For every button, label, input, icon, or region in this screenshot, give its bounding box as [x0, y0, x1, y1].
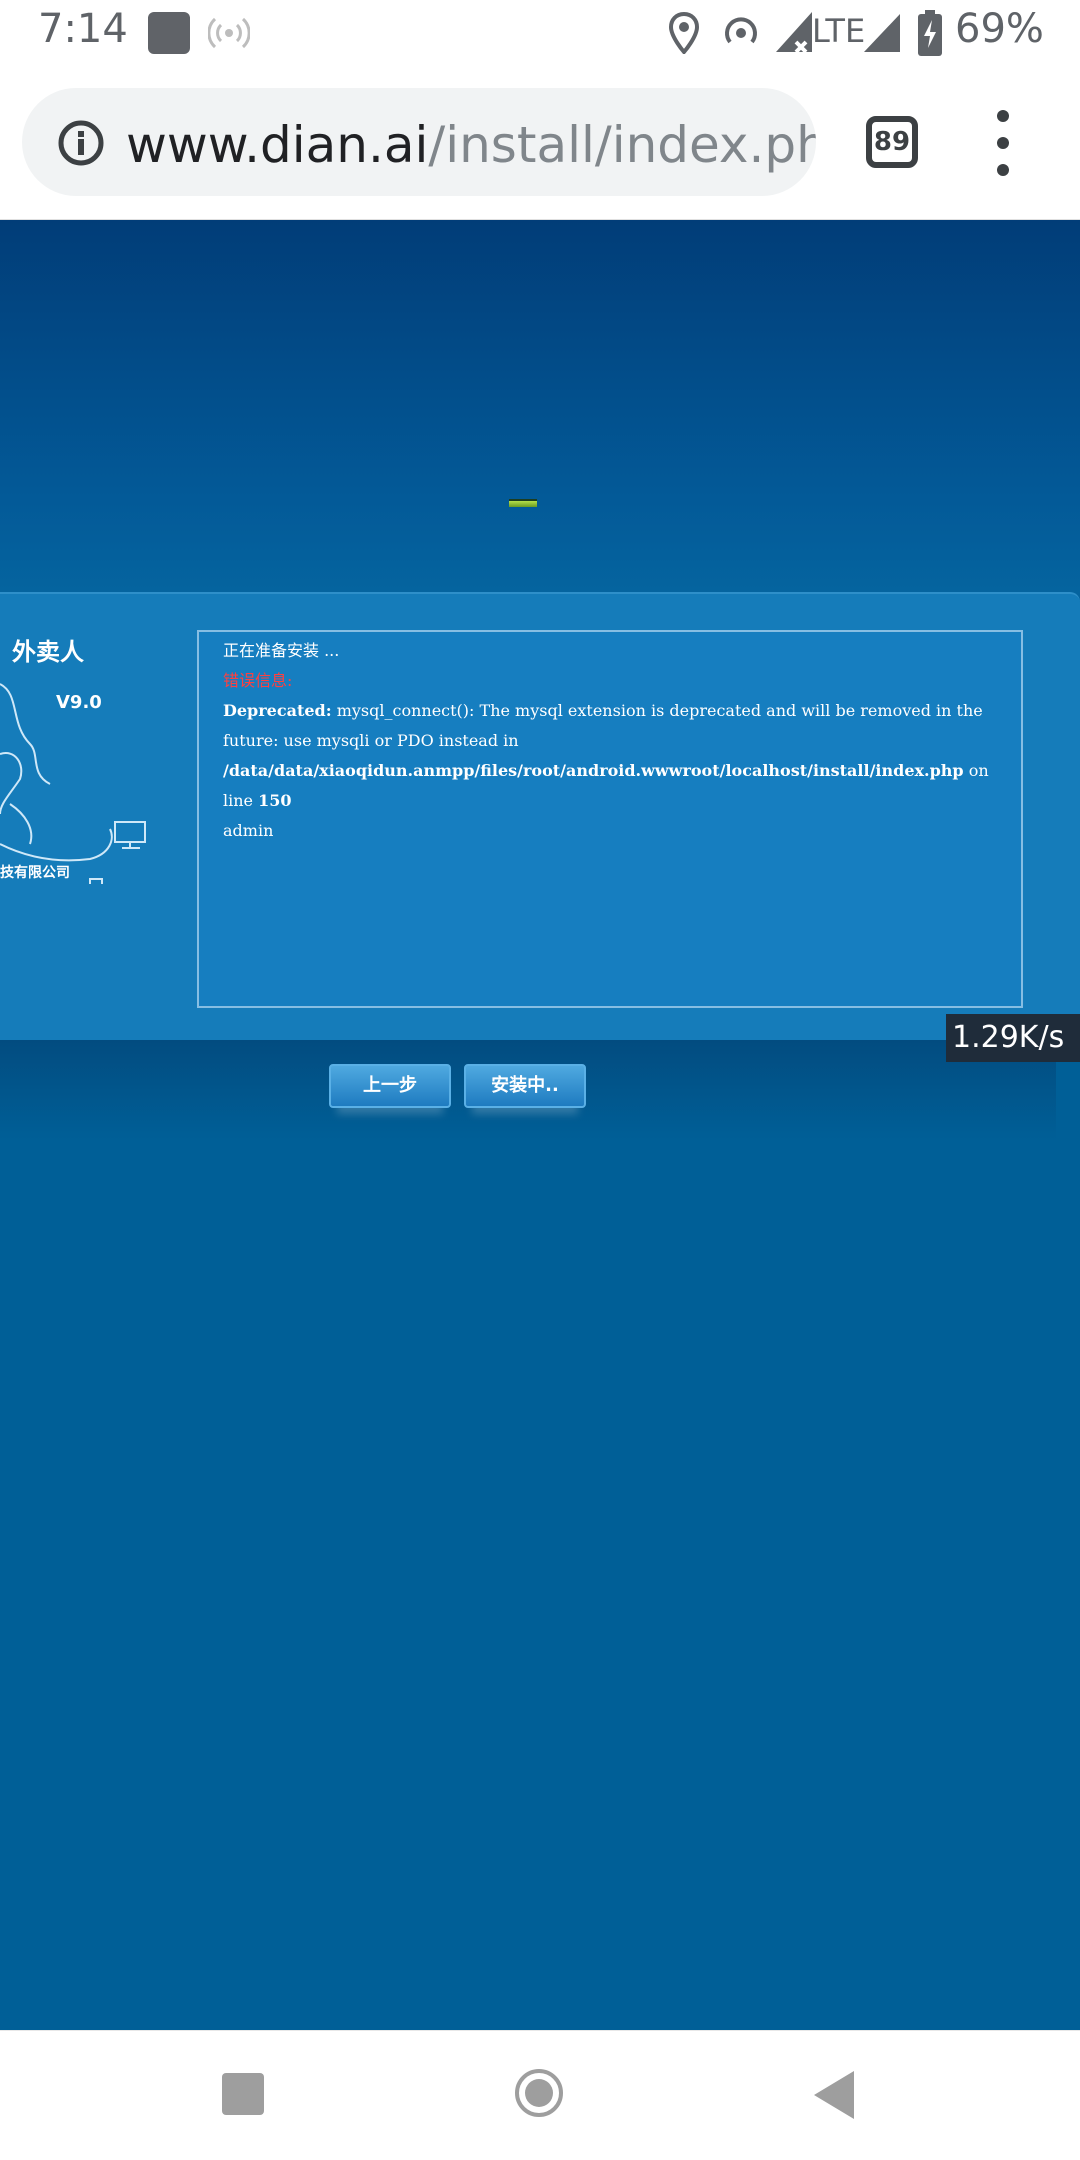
recent-apps-icon[interactable] [222, 2073, 264, 2115]
battery-icon [918, 10, 942, 56]
hotspot-icon [208, 17, 250, 49]
back-icon[interactable] [814, 2071, 854, 2119]
system-nav-bar [0, 2030, 1080, 2160]
installer-panel: 外卖人 V9.0 技有限公司 正在准备安装 ... 错误信息: Deprecat… [0, 592, 1080, 1040]
log-error-label: 错误信息: [223, 671, 293, 690]
log-file-path: /data/data/xiaoqidun.anmpp/files/root/an… [223, 761, 964, 780]
url-path: /install/index.php [428, 116, 816, 174]
browser-toolbar: www.dian.ai/install/index.php 89 [0, 66, 1080, 220]
log-admin: admin [223, 821, 274, 840]
wifi-icon [725, 17, 757, 44]
battery-percent: 69% [955, 6, 1044, 52]
log-preparing: 正在准备安装 ... [223, 641, 340, 660]
status-time: 7:14 [38, 6, 128, 52]
tabs-icon[interactable]: 89 [866, 116, 918, 168]
brand-version: V9.0 [56, 692, 102, 713]
loading-indicator [509, 499, 537, 507]
log-file-line: /data/data/xiaoqidun.anmpp/files/root/an… [223, 756, 997, 816]
installing-button[interactable]: 安装中.. [464, 1064, 586, 1108]
status-bar: 7:14 LTE 69% [0, 0, 1080, 66]
network-type: LTE [812, 12, 866, 50]
network-speed-overlay: 1.29K/s [946, 1014, 1080, 1062]
signal-icon [776, 12, 812, 52]
log-line-number: 150 [258, 791, 292, 810]
overflow-menu-icon[interactable] [988, 108, 1018, 178]
info-icon[interactable] [58, 120, 104, 166]
log-deprecated-line: Deprecated: mysql_connect(): The mysql e… [223, 696, 997, 756]
brand-illustration [0, 683, 146, 884]
log-deprecated-message: mysql_connect(): The mysql extension is … [223, 701, 983, 750]
url-host: www.dian.ai [126, 116, 429, 174]
previous-step-button[interactable]: 上一步 [329, 1064, 451, 1108]
brand-title: 外卖人 [12, 638, 84, 666]
location-icon [668, 12, 700, 54]
url-text[interactable]: www.dian.ai/install/index.php [126, 116, 816, 174]
installer-page: 外卖人 V9.0 技有限公司 正在准备安装 ... 错误信息: Deprecat… [0, 220, 1080, 2030]
home-icon[interactable] [515, 2069, 563, 2117]
install-log: 正在准备安装 ... 错误信息: Deprecated: mysql_conne… [197, 630, 1023, 1008]
app-square-icon [148, 12, 190, 54]
log-deprecated-label: Deprecated: [223, 701, 332, 720]
address-bar[interactable]: www.dian.ai/install/index.php [22, 88, 816, 196]
signal-icon [864, 14, 900, 52]
brand-company: 技有限公司 [0, 865, 70, 881]
